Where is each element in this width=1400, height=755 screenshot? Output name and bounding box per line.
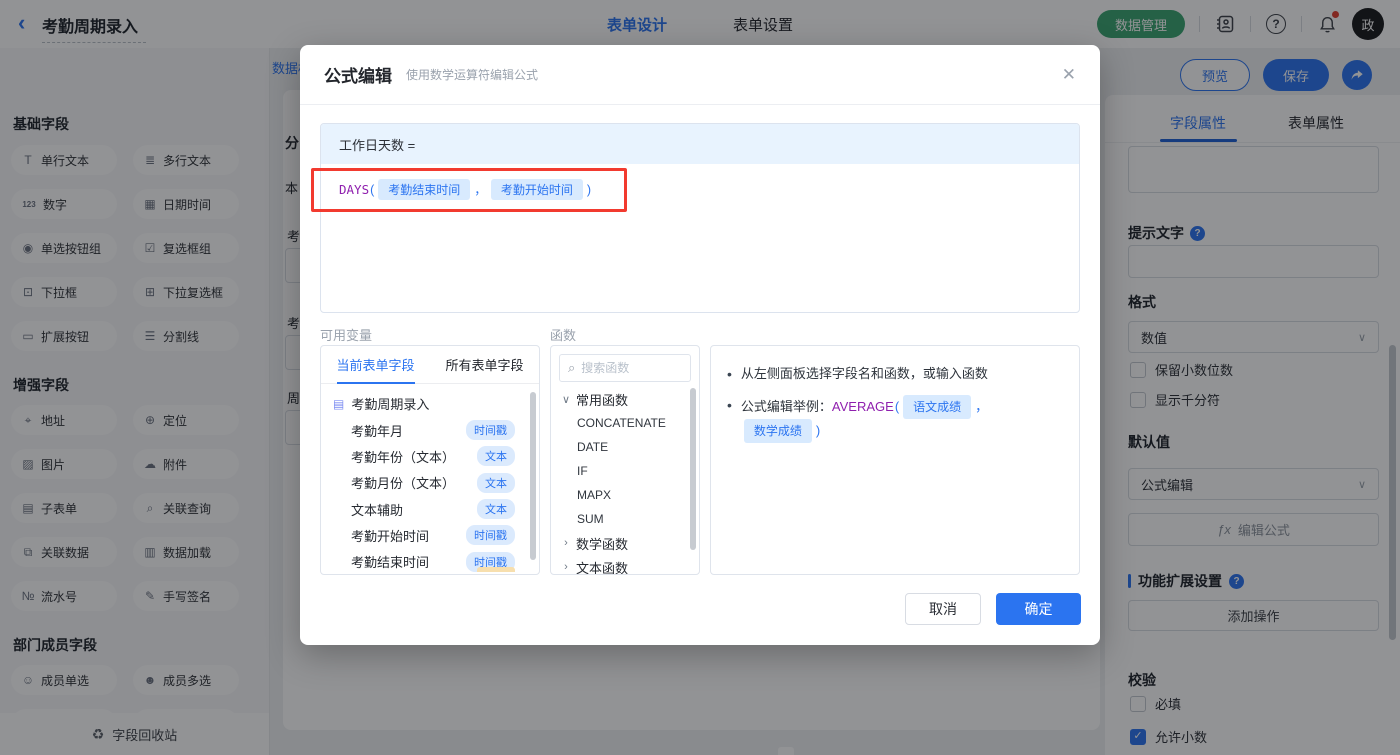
functions-panel: ⌕ ∨ 常用函数 CONCATENATE DATE IF MAPX SUM › … [550, 345, 700, 575]
formula-field-chip[interactable]: 考勤开始时间 [490, 179, 583, 200]
formula-editor[interactable]: 工作日天数 = DAYS(考勤结束时间，考勤开始时间) [320, 123, 1080, 313]
variable-item[interactable]: 考勤开始时间 时间戳 [321, 522, 539, 548]
variables-tabs: 当前表单字段 所有表单字段 [321, 346, 539, 384]
modal-subtitle: 使用数学运算符编辑公式 [406, 68, 539, 82]
type-badge: 时间戳 [466, 525, 515, 546]
search-icon: ⌕ [568, 360, 576, 375]
caret-right-icon: › [564, 537, 568, 549]
function-item[interactable]: IF [551, 459, 699, 483]
type-badge: 时间戳 [466, 420, 515, 441]
functions-scrollbar[interactable] [690, 388, 696, 550]
type-badge: 文本 [477, 472, 515, 493]
formula-expression[interactable]: DAYS(考勤结束时间，考勤开始时间) [321, 164, 1079, 215]
variable-item[interactable]: 考勤年月 时间戳 [321, 417, 539, 443]
variable-item[interactable]: 考勤月份（文本） 文本 [321, 470, 539, 496]
function-search[interactable]: ⌕ [559, 354, 691, 382]
function-group-common[interactable]: ∨ 常用函数 [551, 387, 699, 411]
modal-title: 公式编辑 [324, 67, 392, 86]
caret-right-icon: › [564, 561, 568, 573]
functions-section-label: 函数 [550, 328, 577, 343]
tab-current-form-fields[interactable]: 当前表单字段 [321, 346, 430, 383]
help-example-line: • 公式编辑举例：AVERAGE(语文成绩 ，数学成绩) [727, 395, 1063, 443]
formula-field-chip[interactable]: 考勤结束时间 [378, 179, 471, 200]
formula-target: 工作日天数 = [321, 124, 1079, 164]
document-icon: ▤ [333, 396, 345, 411]
cancel-button[interactable]: 取消 [905, 593, 981, 625]
confirm-button[interactable]: 确定 [996, 593, 1081, 625]
variables-tree-root[interactable]: ▤ 考勤周期录入 [321, 390, 539, 417]
function-item[interactable]: DATE [551, 435, 699, 459]
type-badge: 文本 [477, 499, 515, 520]
help-panel: • 从左侧面板选择字段名和函数，或输入函数 • 公式编辑举例：AVERAGE(语… [710, 345, 1080, 575]
function-group-math[interactable]: › 数学函数 [551, 531, 699, 555]
example-function-name: AVERAGE [831, 399, 894, 414]
clipped-badge-fragment [477, 567, 515, 572]
caret-down-icon: ∨ [561, 393, 571, 406]
example-field-chip: 语文成绩 [903, 395, 972, 419]
variables-scrollbar[interactable] [530, 392, 536, 560]
function-item[interactable]: CONCATENATE [551, 411, 699, 435]
example-field-chip: 数学成绩 [743, 419, 812, 443]
formula-function-name: DAYS [339, 182, 370, 197]
variables-section-label: 可用变量 [320, 328, 373, 343]
variable-item[interactable]: 文本辅助 文本 [321, 496, 539, 522]
type-badge: 文本 [477, 446, 515, 467]
close-icon[interactable]: ✕ [1062, 65, 1076, 85]
tab-all-form-fields[interactable]: 所有表单字段 [430, 346, 539, 383]
formula-edit-modal: 公式编辑 使用数学运算符编辑公式 ✕ 工作日天数 = DAYS(考勤结束时间，考… [300, 45, 1100, 645]
function-search-input[interactable] [581, 361, 682, 375]
function-item[interactable]: SUM [551, 507, 699, 531]
help-line: • 从左侧面板选择字段名和函数，或输入函数 [727, 366, 988, 382]
variable-item[interactable]: 考勤年份（文本） 文本 [321, 443, 539, 469]
function-group-text[interactable]: › 文本函数 [551, 555, 699, 575]
modal-header: 公式编辑 使用数学运算符编辑公式 ✕ [300, 45, 1100, 105]
app-root: 分 本 考 考 周 ⧉ 表单外链 ⊡ 后端脚本 ▥ 数据权限 预览 保存 ‹ [0, 0, 1400, 755]
function-item[interactable]: MAPX [551, 483, 699, 507]
variables-panel: 当前表单字段 所有表单字段 ▤ 考勤周期录入 考勤年月 时间戳 考勤年份（文本）文… [320, 345, 540, 575]
